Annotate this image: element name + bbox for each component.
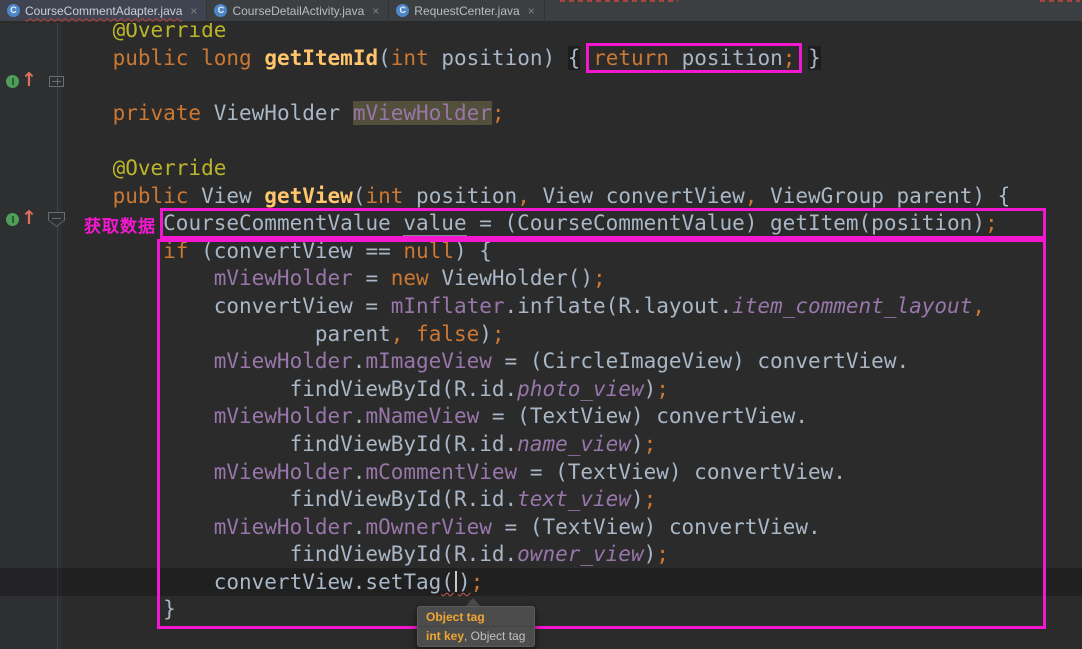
navigate-up-arrow-icon[interactable]: ↑ bbox=[21, 206, 37, 230]
code-line: findViewById(R.id.text_view); bbox=[289, 487, 657, 512]
tab-label: CourseCommentAdapter.java bbox=[25, 3, 183, 18]
code-line: public long getItemId(int position) { re… bbox=[112, 45, 821, 70]
code-editor[interactable]: @Override public long getItemId(int posi… bbox=[62, 17, 1011, 624]
code-line: private ViewHolder mViewHolder; bbox=[112, 100, 505, 125]
code-line: findViewById(R.id.photo_view); bbox=[289, 376, 669, 401]
gutter-separator bbox=[57, 23, 58, 649]
code-line: if (convertView == null) { bbox=[163, 238, 492, 263]
overrides-method-icon[interactable] bbox=[6, 75, 19, 88]
recording-marks bbox=[560, 0, 678, 2]
annotation-callout: 获取数据 bbox=[84, 217, 156, 237]
ide-window: C CourseCommentAdapter.java × C CourseDetail… bbox=[0, 0, 1082, 649]
tooltip-param-rest: , Object tag bbox=[464, 629, 526, 643]
editor-tab-bar: C CourseCommentAdapter.java × C CourseDetail… bbox=[0, 0, 1082, 23]
tab-close-icon[interactable]: × bbox=[190, 5, 197, 17]
code-line: mViewHolder.mNameView = (TextView) conve… bbox=[213, 404, 808, 429]
code-line: mViewHolder.mImageView = (CircleImageVie… bbox=[213, 349, 910, 374]
tab-RequestCenter.java[interactable]: C RequestCenter.java × bbox=[389, 0, 545, 21]
code-line: @Override bbox=[112, 155, 227, 180]
recording-marks bbox=[1040, 0, 1080, 2]
overrides-method-icon[interactable] bbox=[6, 213, 19, 226]
code-line: parent, false); bbox=[314, 321, 505, 346]
code-line: CourseCommentValue value = (CourseCommen… bbox=[163, 211, 998, 237]
tab-CourseCommentAdapter.java[interactable]: C CourseCommentAdapter.java × bbox=[0, 0, 208, 21]
tab-label: CourseDetailActivity.java bbox=[232, 3, 365, 18]
navigate-up-arrow-icon[interactable]: ↑ bbox=[21, 68, 37, 92]
tooltip-overload-2: int key, Object tag bbox=[418, 627, 534, 646]
code-line: convertView.setTag(); bbox=[213, 569, 484, 594]
code-line: } bbox=[163, 597, 176, 622]
java-class-icon: C bbox=[7, 4, 20, 17]
tab-CourseDetailActivity.java[interactable]: C CourseDetailActivity.java × bbox=[207, 0, 390, 21]
tab-close-icon[interactable]: × bbox=[372, 5, 379, 17]
code-line: mViewHolder.mCommentView = (TextView) co… bbox=[213, 459, 846, 484]
code-line: findViewById(R.id.owner_view); bbox=[289, 542, 669, 567]
code-line: findViewById(R.id.name_view); bbox=[289, 431, 657, 456]
code-line: convertView = mInflater.inflate(R.layout… bbox=[213, 293, 985, 318]
tooltip-current-param: int key bbox=[426, 629, 465, 643]
code-line: public View getView(int position, View c… bbox=[112, 183, 1011, 208]
java-class-icon: C bbox=[396, 4, 410, 17]
java-class-icon: C bbox=[214, 4, 228, 17]
parameter-info-tooltip: Object tag int key, Object tag bbox=[417, 606, 536, 647]
editor-gutter: ↑ ↑ bbox=[0, 23, 65, 649]
text-caret bbox=[454, 570, 457, 592]
tooltip-overload-1: Object tag bbox=[418, 607, 535, 627]
tab-close-icon[interactable]: × bbox=[528, 5, 535, 17]
tab-label: RequestCenter.java bbox=[414, 3, 520, 18]
code-line: mViewHolder = new ViewHolder(); bbox=[213, 266, 606, 291]
code-line: mViewHolder.mOwnerView = (TextView) conv… bbox=[213, 514, 821, 539]
